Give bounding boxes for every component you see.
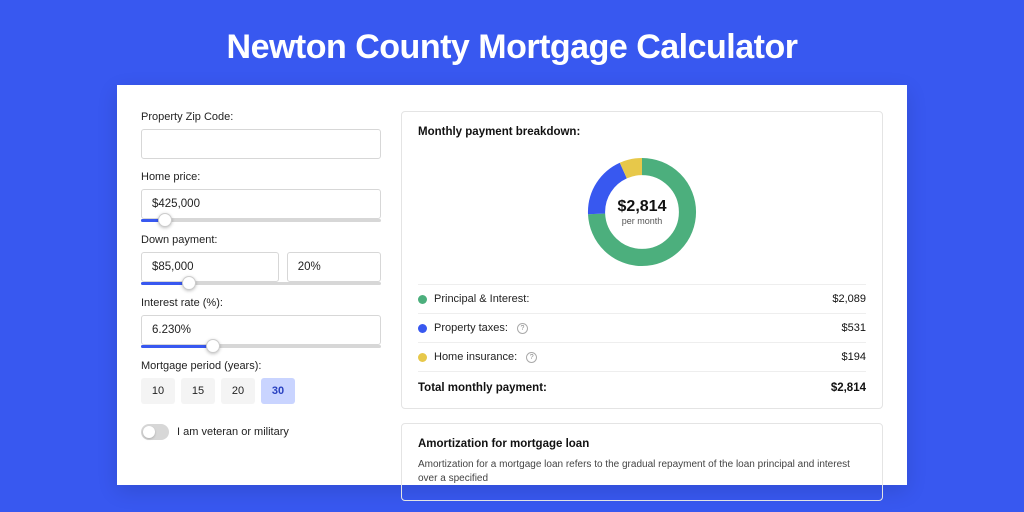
total-value: $2,814 [831,382,866,394]
down-payment-percent-input[interactable] [287,252,381,282]
dot-icon [418,324,427,333]
home-price-label: Home price: [141,171,381,183]
info-icon[interactable]: ? [517,323,528,334]
interest-rate-slider[interactable] [141,345,381,348]
slider-thumb[interactable] [206,339,220,353]
down-payment-group: Down payment: [141,234,381,285]
legend-value: $2,089 [832,293,866,305]
legend-label: Principal & Interest: [434,293,529,305]
period-label: Mortgage period (years): [141,360,381,372]
zip-label: Property Zip Code: [141,111,381,123]
breakdown-title: Monthly payment breakdown: [418,126,866,138]
slider-thumb[interactable] [182,276,196,290]
interest-rate-label: Interest rate (%): [141,297,381,309]
form-column: Property Zip Code: Home price: Down paym… [141,111,381,459]
veteran-label: I am veteran or military [177,426,289,438]
amortization-card: Amortization for mortgage loan Amortizat… [401,423,883,501]
donut-chart-wrap: $2,814 per month [418,146,866,284]
dot-icon [418,353,427,362]
interest-rate-group: Interest rate (%): [141,297,381,348]
dot-icon [418,295,427,304]
down-payment-label: Down payment: [141,234,381,246]
veteran-row: I am veteran or military [141,424,381,440]
page-title: Newton County Mortgage Calculator [0,28,1024,67]
period-15-button[interactable]: 15 [181,378,215,404]
zip-group: Property Zip Code: [141,111,381,159]
amortization-text: Amortization for a mortgage loan refers … [418,458,866,486]
legend-row-principal: Principal & Interest: $2,089 [418,284,866,313]
donut-amount: $2,814 [618,198,667,216]
period-10-button[interactable]: 10 [141,378,175,404]
period-buttons: 10 15 20 30 [141,378,381,404]
amortization-title: Amortization for mortgage loan [418,438,866,450]
hero: Newton County Mortgage Calculator [0,0,1024,85]
home-price-slider[interactable] [141,219,381,222]
results-column: Monthly payment breakdown: $2,814 per mo… [401,111,883,459]
legend-row-insurance: Home insurance: ? $194 [418,342,866,371]
info-icon[interactable]: ? [526,352,537,363]
donut-chart: $2,814 per month [582,152,702,272]
calculator-panel: Property Zip Code: Home price: Down paym… [117,85,907,485]
toggle-knob [143,426,155,438]
interest-rate-input[interactable] [141,315,381,345]
total-label: Total monthly payment: [418,382,547,394]
home-price-group: Home price: [141,171,381,222]
zip-input[interactable] [141,129,381,159]
down-payment-slider[interactable] [141,282,381,285]
period-30-button[interactable]: 30 [261,378,295,404]
total-row: Total monthly payment: $2,814 [418,371,866,394]
home-price-input[interactable] [141,189,381,219]
veteran-toggle[interactable] [141,424,169,440]
legend-value: $531 [842,322,866,334]
legend-value: $194 [842,351,866,363]
legend-label: Property taxes: [434,322,508,334]
legend-label: Home insurance: [434,351,517,363]
slider-thumb[interactable] [158,213,172,227]
donut-center: $2,814 per month [582,152,702,272]
period-group: Mortgage period (years): 10 15 20 30 [141,360,381,404]
breakdown-card: Monthly payment breakdown: $2,814 per mo… [401,111,883,409]
period-20-button[interactable]: 20 [221,378,255,404]
legend-row-taxes: Property taxes: ? $531 [418,313,866,342]
donut-sub: per month [622,216,663,226]
down-payment-amount-input[interactable] [141,252,279,282]
